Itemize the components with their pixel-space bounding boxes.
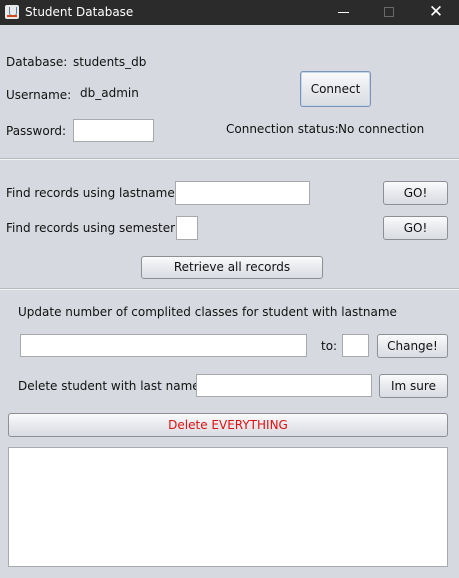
update-count-input[interactable] — [342, 334, 369, 357]
database-value: students_db — [73, 55, 147, 69]
connect-button[interactable]: Connect — [300, 71, 371, 107]
go-semester-button[interactable]: GO! — [383, 216, 448, 240]
find-semester-label: Find records using semester: — [6, 221, 179, 235]
username-label: Username: — [6, 88, 72, 102]
window-title: Student Database — [25, 5, 134, 19]
maximize-icon — [384, 7, 394, 17]
maximize-button — [367, 0, 413, 25]
delete-lastname-input[interactable] — [196, 374, 372, 397]
password-label: Password: — [6, 124, 67, 138]
username-value: db_admin — [80, 86, 139, 100]
output-text-area[interactable] — [8, 447, 448, 567]
close-icon: ✕ — [428, 2, 444, 22]
separator-2 — [0, 288, 459, 290]
password-field[interactable] — [73, 119, 154, 142]
update-heading: Update number of complited classes for s… — [18, 305, 397, 319]
connection-status-value: No connection — [338, 122, 425, 136]
delete-everything-button[interactable]: Delete EVERYTHING — [8, 413, 448, 437]
retrieve-all-records-button[interactable]: Retrieve all records — [141, 256, 323, 279]
delete-student-label: Delete student with last name: — [18, 379, 204, 393]
find-lastname-label: Find records using lastname: — [6, 186, 179, 200]
update-lastname-input[interactable] — [20, 334, 307, 357]
minimize-button[interactable] — [321, 0, 367, 25]
update-to-label: to: — [321, 339, 338, 353]
go-lastname-button[interactable]: GO! — [383, 181, 448, 205]
database-label: Database: — [6, 55, 68, 69]
app-icon — [5, 5, 19, 19]
connection-status-label: Connection status: — [226, 122, 339, 136]
change-button[interactable]: Change! — [377, 334, 448, 358]
im-sure-button[interactable]: Im sure — [379, 374, 448, 398]
minimize-icon — [338, 12, 349, 13]
find-lastname-input[interactable] — [175, 181, 310, 205]
student-database-window: Student Database ✕ Database: students_db… — [0, 0, 459, 578]
separator-1 — [0, 158, 459, 160]
close-button[interactable]: ✕ — [413, 0, 459, 25]
find-semester-input[interactable] — [176, 216, 198, 240]
title-bar[interactable]: Student Database ✕ — [0, 0, 459, 25]
